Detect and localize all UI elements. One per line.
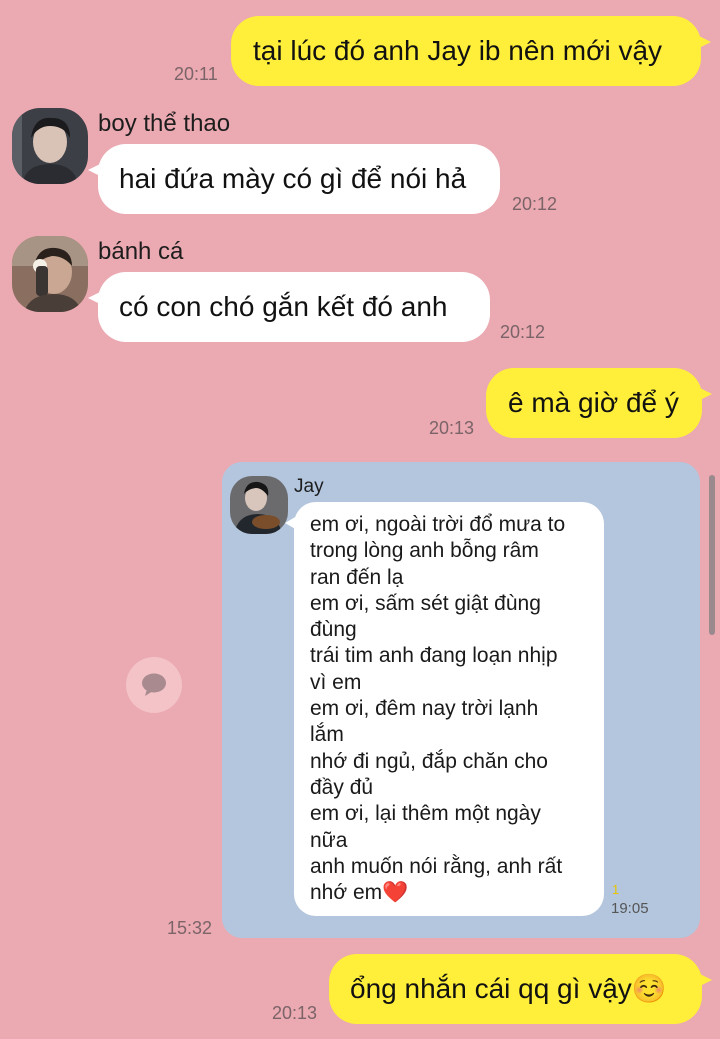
sender-name: Jay — [294, 476, 324, 497]
shared-card-time: 15:32 — [167, 918, 213, 938]
message-text: ổng nhắn cái qq gì vậy☺️ — [350, 973, 667, 1004]
poem-line: trong lòng anh bỗng râm — [310, 539, 539, 563]
sender-name: boy thể thao — [98, 110, 231, 137]
poem-line: anh muốn nói rằng, anh rất — [310, 854, 563, 878]
avatar-boy-the-thao[interactable] — [12, 108, 88, 184]
their-message-bubble[interactable]: có con chó gắn kết đó anh — [88, 272, 490, 342]
poem-line: em ơi, ngoài trời đổ mưa to — [310, 513, 566, 536]
my-message-bubble[interactable]: ê mà giờ để ý — [486, 368, 712, 438]
heart-icon: ❤️ — [382, 881, 409, 905]
read-count: 1 — [612, 882, 620, 897]
poem-line: em ơi, đêm nay trời lạnh — [310, 697, 539, 721]
poem-line: đầy đủ — [310, 775, 374, 799]
poem-line: em ơi, lại thêm một ngày — [310, 802, 541, 826]
their-message-bubble[interactable]: hai đứa mày có gì để nói hả — [88, 144, 500, 214]
poem-line: lắm — [310, 723, 344, 747]
poem-line-text: nhớ em — [310, 881, 383, 905]
message-time: 20:12 — [500, 322, 546, 342]
poem-line: trái tim anh đang loạn nhịp — [310, 644, 558, 668]
scrollbar[interactable] — [709, 475, 715, 635]
message-text: ê mà giờ để ý — [508, 387, 679, 418]
shared-message-card[interactable]: Jay em ơi, ngoài trời đổ mưa to trong lò… — [222, 462, 700, 938]
poem-line: nhớ đi ngủ, đắp chăn cho — [310, 749, 548, 773]
poem-line: em ơi, sấm sét giật đùng — [310, 591, 541, 615]
poem-line: đùng — [310, 618, 357, 642]
avatar-banh-ca[interactable] — [12, 236, 88, 312]
message-time: 20:12 — [512, 194, 558, 214]
poem-line-last: nhớ em❤️ — [310, 880, 590, 906]
speech-bubble-icon — [142, 673, 166, 696]
share-button[interactable] — [126, 657, 182, 713]
shared-message-bubble[interactable]: em ơi, ngoài trời đổ mưa to trong lòng a… — [285, 502, 604, 916]
my-message-bubble[interactable]: tại lúc đó anh Jay ib nên mới vậy — [231, 16, 711, 86]
avatar-jay[interactable] — [230, 476, 288, 534]
message-text: tại lúc đó anh Jay ib nên mới vậy — [253, 35, 663, 66]
message-time: 20:13 — [272, 1003, 318, 1023]
sender-name: bánh cá — [98, 238, 184, 265]
poem-line: vì em — [310, 670, 362, 694]
poem-line: ran đến lạ — [310, 565, 404, 589]
poem-line: nữa — [310, 828, 348, 852]
message-time: 20:13 — [429, 418, 475, 438]
message-text: hai đứa mày có gì để nói hả — [119, 163, 467, 194]
shared-message-time: 19:05 — [611, 900, 649, 917]
message-time: 20:11 — [174, 64, 218, 84]
my-message-bubble[interactable]: ổng nhắn cái qq gì vậy☺️ — [329, 954, 712, 1024]
message-text: có con chó gắn kết đó anh — [119, 291, 448, 322]
